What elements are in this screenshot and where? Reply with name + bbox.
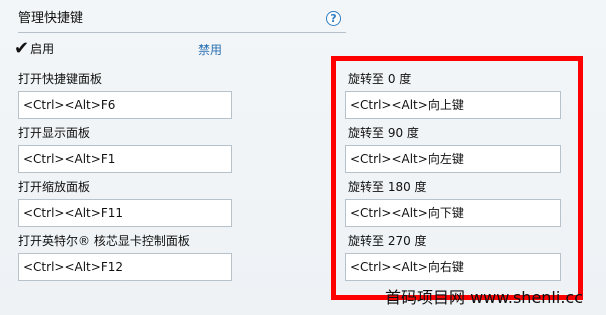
shortcut-input-rotate-0[interactable]: <Ctrl><Alt>向上键	[345, 91, 561, 119]
watermark: 首码项目网 www.shenli.cc	[385, 288, 583, 307]
left-item-label: 打开缩放面板	[18, 180, 91, 194]
section-header: 管理快捷键 ?	[18, 8, 346, 33]
help-icon[interactable]: ?	[326, 11, 341, 26]
enable-option[interactable]: ✔ 启用	[14, 38, 55, 59]
enable-label: 启用	[30, 42, 55, 56]
page-title: 管理快捷键	[18, 11, 84, 26]
toggle-row: ✔ 启用 禁用	[14, 38, 254, 59]
shortcut-input-rotate-270[interactable]: <Ctrl><Alt>向右键	[345, 253, 561, 281]
right-item-label: 旋转至 180 度	[348, 180, 427, 194]
shortcut-input-open-zoom-panel[interactable]: <Ctrl><Alt>F11	[18, 199, 232, 227]
shortcut-input-rotate-90[interactable]: <Ctrl><Alt>向左键	[345, 145, 561, 173]
right-item-label: 旋转至 270 度	[348, 234, 427, 248]
left-item-label: 打开显示面板	[18, 126, 91, 140]
disable-link[interactable]: 禁用	[198, 42, 222, 58]
shortcut-input-open-display-panel[interactable]: <Ctrl><Alt>F1	[18, 145, 232, 173]
check-icon: ✔	[14, 38, 30, 59]
right-item-label: 旋转至 90 度	[348, 126, 419, 140]
left-item-label: 打开快捷键面板	[18, 72, 103, 86]
left-item-label: 打开英特尔® 核芯显卡控制面板	[18, 234, 190, 248]
shortcut-input-open-intel-panel[interactable]: <Ctrl><Alt>F12	[18, 253, 232, 281]
shortcut-input-open-hotkey-panel[interactable]: <Ctrl><Alt>F6	[18, 91, 232, 119]
right-item-label: 旋转至 0 度	[348, 72, 412, 86]
shortcut-input-rotate-180[interactable]: <Ctrl><Alt>向下键	[345, 199, 561, 227]
